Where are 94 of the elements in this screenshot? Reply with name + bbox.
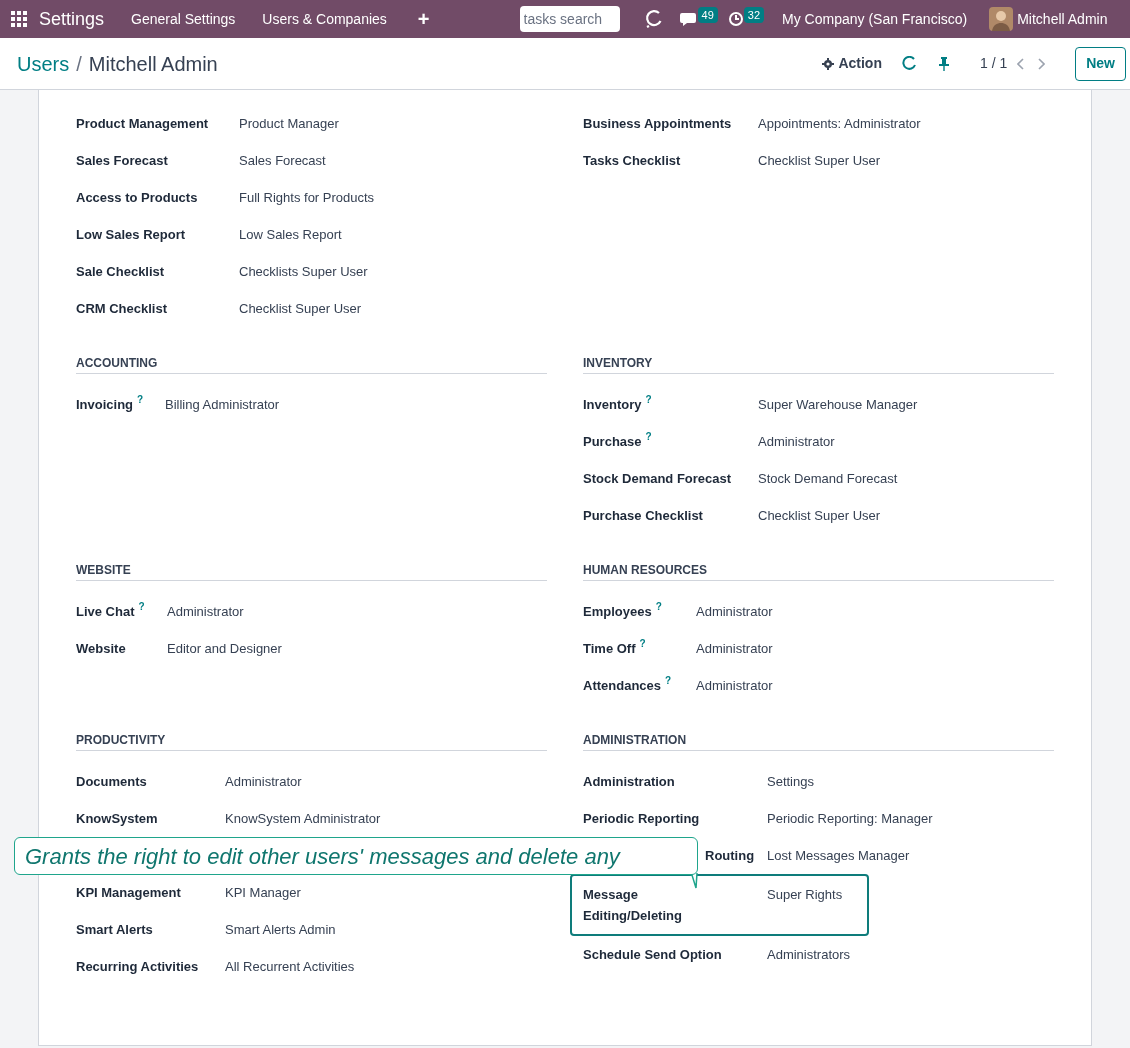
field-label: Documents [76,773,147,791]
field-value: Checklist Super User [758,507,881,525]
field-label: KnowSystem [76,810,158,828]
menu-item[interactable]: General Settings [131,8,236,30]
field-label: Recurring Activities [76,958,199,976]
tooltip-text: Grants the right to edit other users' messages and delete any [25,842,620,871]
field-value: Editor and Designer [167,640,282,658]
section-title: HUMAN RESOURCES [583,559,1054,581]
field-label: Periodic Reporting [583,810,700,828]
badge: 49 [697,6,718,24]
apps-menu-icon[interactable] [11,11,27,27]
field-label: CRM Checklist [76,300,168,318]
field-label: KPI Management [76,884,181,902]
field-value: Sales Forecast [239,152,326,170]
help-icon[interactable]: ? [137,394,144,406]
field-value: All Recurrent Activities [225,958,355,976]
field-label: Product Management [76,115,209,133]
field-label: Purchase [583,433,642,451]
company-switcher[interactable]: My Company (San Francisco) [782,8,968,30]
breadcrumb-separator: / [76,51,82,77]
field-label: Website [76,640,126,658]
new-button[interactable]: New [1075,46,1126,81]
record-title: Mitchell Admin [88,51,218,77]
field-label: Access to Products [76,189,198,207]
field-label: Invoicing [76,396,134,414]
field-label: Inventory [583,396,642,414]
user-menu[interactable]: Mitchell Admin [1017,8,1108,30]
field-label: Tasks Checklist [583,152,681,170]
avatar[interactable] [989,7,1014,31]
field-label: Stock Demand Forecast [583,470,732,488]
field-value: Super Rights [767,886,843,904]
section-title: ACCOUNTING [76,352,547,374]
section-title: PRODUCTIVITY [76,729,547,751]
field-label: Live Chat [76,603,135,621]
search-field[interactable]: tasks search [519,6,620,32]
field-value: Administrator [758,433,835,451]
field-label: Low Sales Report [76,226,186,244]
field-label: Schedule Send Option [583,946,722,964]
pager-value: 1 / 1 [979,54,1008,73]
field-value: KPI Manager [225,884,301,902]
pin-icon[interactable] [937,56,950,71]
menu-item[interactable]: + [417,4,430,34]
field-value: Checklist Super User [758,152,881,170]
clock-icon[interactable] [727,11,744,27]
app-name[interactable]: Settings [39,5,105,33]
section-title: WEBSITE [76,559,547,581]
field-value: Administrator [696,603,773,621]
field-label: Sales Forecast [76,152,168,170]
help-icon[interactable]: ? [138,601,145,613]
previous-icon[interactable] [1017,57,1026,70]
help-icon[interactable]: ? [645,431,652,443]
field-label: Message Editing/Deleting [583,886,683,925]
field-label: Administration [583,773,675,791]
menu-item[interactable]: Users & Companies [262,8,387,30]
field-value: Settings [767,773,814,791]
field-value: Checklist Super User [239,300,362,318]
help-icon[interactable]: ? [645,394,652,406]
field-label: Employees [583,603,652,621]
field-value: Product Manager [239,115,339,133]
field-value: Periodic Reporting: Manager [767,810,933,828]
field-value: Checklists Super User [239,263,368,281]
field-value: Administrator [167,603,244,621]
field-value: Administrator [696,677,773,695]
field-value: Appointments: Administrator [758,115,921,133]
field-value: Low Sales Report [239,226,342,244]
action-button[interactable]: Action [822,53,882,74]
next-icon[interactable] [1037,57,1046,70]
section-title: ADMINISTRATION [583,729,1054,751]
field-label: Smart Alerts [76,921,153,939]
field-value: Full Rights for Products [239,189,375,207]
field-value: Administrator [696,640,773,658]
field-value: Super Warehouse Manager [758,396,918,414]
field-label: Purchase Checklist [583,507,703,525]
section-title: INVENTORY [583,352,1054,374]
help-icon[interactable]: ? [655,601,662,613]
field-value: Administrator [225,773,302,791]
field-label: Attendances [583,677,662,695]
field-value: Lost Messages Manager [767,847,910,865]
field-label: Time Off [583,640,636,658]
help-icon[interactable]: ? [665,675,672,687]
field-value: Billing Administrator [165,396,280,414]
field-label: Business Appointments [583,115,732,133]
help-icon[interactable]: ? [639,638,646,650]
field-value: Smart Alerts Admin [225,921,336,939]
field-value: Stock Demand Forecast [758,470,898,488]
refresh-icon[interactable] [643,9,664,29]
breadcrumb-link[interactable]: Users [17,48,70,79]
field-label: Sale Checklist [76,263,165,281]
field-value: Administrators [767,946,851,964]
refresh-icon[interactable] [901,55,918,72]
chat-icon[interactable] [679,11,698,27]
field-value: KnowSystem Administrator [225,810,381,828]
field-label: Routing [705,847,755,865]
badge: 32 [743,6,765,24]
